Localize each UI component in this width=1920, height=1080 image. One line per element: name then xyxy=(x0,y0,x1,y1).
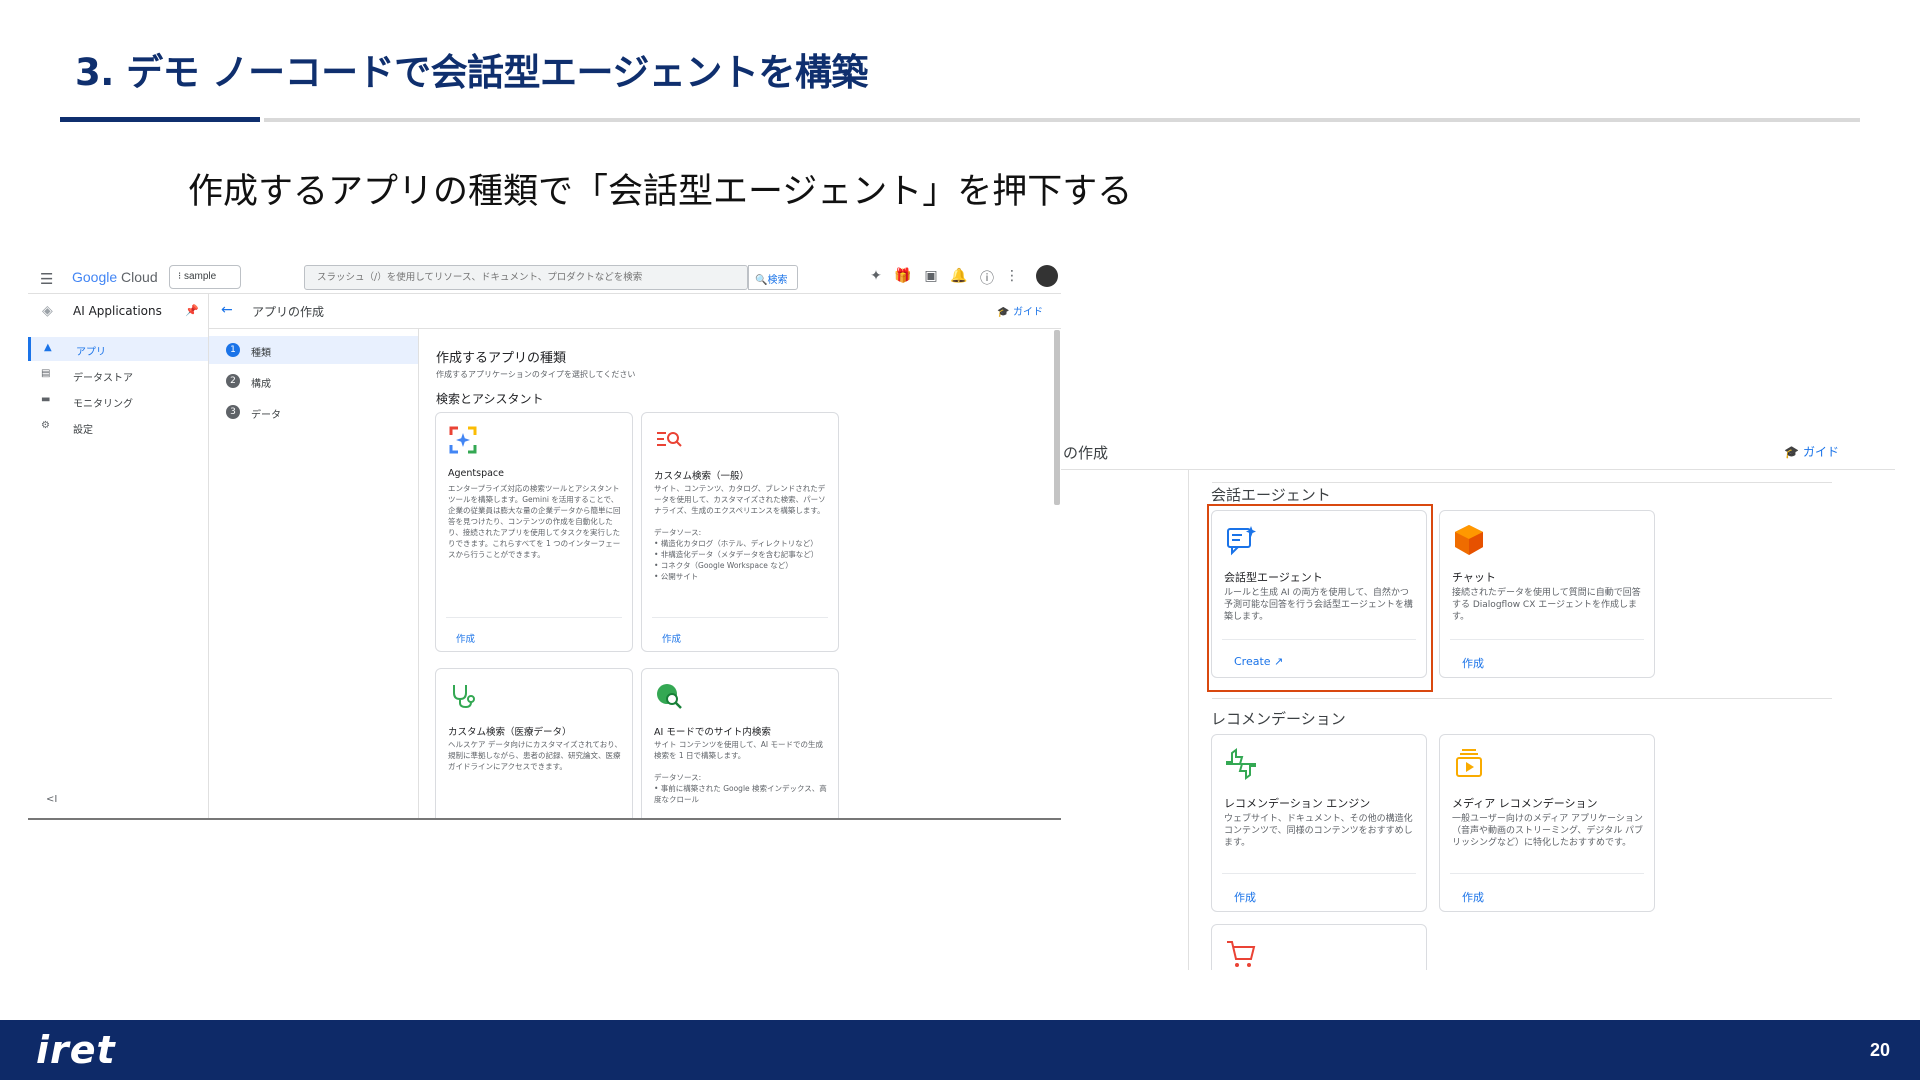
bell-icon[interactable]: 🔔 xyxy=(950,268,968,284)
create-link[interactable]: 作成 xyxy=(662,631,681,645)
card-divider xyxy=(1222,873,1416,874)
help-icon[interactable]: ⓘ xyxy=(978,268,996,288)
highlight-box xyxy=(1207,504,1433,692)
card-description: サイト、コンテンツ、カタログ、ブレンドされたデータを使用して、カスタマイズされた… xyxy=(654,484,826,581)
nav-pane: ◈ AI Applications 📌 ▲ アプリ ▤ データストア ▬ モニタ… xyxy=(28,294,209,818)
card-title: カスタム検索（医療データ） xyxy=(448,727,572,738)
scrollbar[interactable] xyxy=(1054,330,1060,505)
main-content: 作成するアプリの種類 作成するアプリケーションのタイプを選択してください 検索と… xyxy=(419,329,1061,818)
card-description: 一般ユーザー向けのメディア アプリケーション（音声や動画のストリーミング、デジタ… xyxy=(1452,814,1644,848)
google-cloud-logo[interactable]: Google Cloud xyxy=(72,269,158,285)
slide: 3. デモ ノーコードで会話型エージェントを構築 作成するアプリの種類で「会話型… xyxy=(0,0,1920,1080)
nav-item-monitoring[interactable]: ▬ モニタリング xyxy=(28,389,208,413)
more-vert-icon[interactable]: ⋮ xyxy=(1003,268,1021,284)
search-input[interactable] xyxy=(305,266,747,289)
page-title: アプリの作成 xyxy=(252,305,325,319)
gemini-icon[interactable]: ✦ xyxy=(867,268,885,284)
content-subheading: 作成するアプリケーションのタイプを選択してください xyxy=(436,370,636,379)
screenshot-console: ☰ Google Cloud ⁝ sample 🔍検索 ✦ 🎁 ▣ 🔔 ⓘ ⋮ … xyxy=(28,260,1061,820)
card-custom-search[interactable]: カスタム検索（一般） サイト、コンテンツ、カタログ、ブレンドされたデータを使用し… xyxy=(641,412,839,652)
slide-subtitle: 作成するアプリの種類で「会話型エージェント」を押下する xyxy=(188,172,1133,212)
card-title: チャット xyxy=(1452,571,1496,584)
divider xyxy=(1212,482,1832,483)
step-data[interactable]: 3 データ xyxy=(209,398,418,426)
create-link[interactable]: 作成 xyxy=(456,631,475,645)
search-button[interactable]: 🔍検索 xyxy=(748,265,798,290)
thumbs-icon xyxy=(1224,747,1258,781)
section-search-assistant: 検索とアシスタント xyxy=(436,392,544,406)
card-description: エンタープライズ対応の検索ツールとアシスタント ツールを構築します。Gemini… xyxy=(448,484,621,559)
card-chat[interactable]: チャット 接続されたデータを使用して質問に自動で回答する Dialogflow … xyxy=(1439,510,1655,678)
screenshot-create-app-types: の作成 🎓 ガイド <I 会話エージェント 会話型エージェント ルールと生成 A… xyxy=(957,432,1895,970)
create-link[interactable]: 作成 xyxy=(1462,655,1484,671)
card-title: AI モードでのサイト内検索 xyxy=(654,727,771,738)
step-config[interactable]: 2 構成 xyxy=(209,367,418,395)
card-description: サイト コンテンツを使用して、AI モードでの生成検索を 1 日で構築します。 … xyxy=(654,740,827,804)
avatar[interactable] xyxy=(1036,265,1058,287)
top-bar: ☰ Google Cloud ⁝ sample 🔍検索 ✦ 🎁 ▣ 🔔 ⓘ ⋮ xyxy=(28,260,1061,294)
search-list-icon xyxy=(654,425,688,459)
card-divider xyxy=(446,617,622,618)
page-title: の作成 xyxy=(1063,444,1109,462)
create-link[interactable]: 作成 xyxy=(1462,889,1484,905)
card-divider xyxy=(652,617,828,618)
page-header: の作成 🎓 ガイド xyxy=(957,432,1895,470)
card-media-recommendation[interactable]: メディア レコメンデーション 一般ユーザー向けのメディア アプリケーション（音声… xyxy=(1439,734,1655,912)
dialogflow-cube-icon xyxy=(1452,523,1486,557)
card-agentspace[interactable]: Agentspace エンタープライズ対応の検索ツールとアシスタント ツールを構… xyxy=(435,412,633,652)
card-divider xyxy=(1450,639,1644,640)
card-title: レコメンデーション エンジン xyxy=(1224,797,1371,810)
content-heading: 作成するアプリの種類 xyxy=(436,351,567,366)
project-picker[interactable]: ⁝ sample xyxy=(169,265,241,289)
monitor-icon: ▬ xyxy=(41,394,51,405)
card-title: Agentspace xyxy=(448,468,504,479)
card-title: メディア レコメンデーション xyxy=(1452,797,1598,810)
card-recommendation-engine[interactable]: レコメンデーション エンジン ウェブサイト、ドキュメント、その他の構造化コンテン… xyxy=(1211,734,1427,912)
title-underline xyxy=(264,118,1860,122)
page-header: ← アプリの作成 🎓 ガイド xyxy=(209,294,1061,329)
step-type[interactable]: 1 種類 xyxy=(209,336,418,364)
search-box[interactable] xyxy=(304,265,748,290)
terminal-icon[interactable]: ▣ xyxy=(922,268,940,284)
page-number: 20 xyxy=(1869,1040,1890,1060)
back-arrow-icon[interactable]: ← xyxy=(221,302,233,318)
nav-item-settings[interactable]: ⚙ 設定 xyxy=(28,415,208,439)
cart-icon xyxy=(1224,937,1258,970)
settings-icon: ⚙ xyxy=(41,420,50,431)
card-description: ウェブサイト、ドキュメント、その他の構造化コンテンツで、同様のコンテンツをおすす… xyxy=(1224,814,1413,848)
stepper: 1 種類 2 構成 3 データ xyxy=(209,329,419,818)
datastore-icon: ▤ xyxy=(41,368,51,379)
pin-icon[interactable]: 📌 xyxy=(185,304,199,317)
footer-bar: iret 20 xyxy=(0,1020,1920,1080)
guide-link[interactable]: 🎓 ガイド xyxy=(997,303,1043,318)
slide-title: 3. デモ ノーコードで会話型エージェントを構築 xyxy=(75,51,868,94)
agentspace-icon xyxy=(448,425,482,459)
card-custom-search-medical[interactable]: カスタム検索（医療データ） ヘルスケア データ向けにカスタマイズされており、規制… xyxy=(435,668,633,818)
card-description: ヘルスケア データ向けにカスタマイズされており、規制に準拠しながら、患者の記録、… xyxy=(448,740,622,771)
iret-logo: iret xyxy=(36,1028,116,1072)
card-commerce[interactable] xyxy=(1211,924,1427,970)
ai-applications-icon: ◈ xyxy=(42,303,53,319)
stethoscope-icon xyxy=(448,681,482,715)
apps-icon: ▲ xyxy=(44,342,52,353)
globe-search-icon xyxy=(654,681,688,715)
section-conversational: 会話エージェント xyxy=(1211,486,1331,504)
card-description: 接続されたデータを使用して質問に自動で回答する Dialogflow CX エー… xyxy=(1452,588,1641,622)
nav-item-apps[interactable]: ▲ アプリ xyxy=(28,337,208,361)
media-icon xyxy=(1452,747,1486,781)
card-ai-mode-site-search[interactable]: AI モードでのサイト内検索 サイト コンテンツを使用して、AI モードでの生成… xyxy=(641,668,839,818)
nav-title: AI Applications xyxy=(73,304,162,318)
nav-item-datastore[interactable]: ▤ データストア xyxy=(28,363,208,387)
gift-icon[interactable]: 🎁 xyxy=(894,268,912,284)
divider xyxy=(1212,698,1832,699)
menu-icon[interactable]: ☰ xyxy=(40,270,53,288)
section-recommendation: レコメンデーション xyxy=(1211,710,1346,728)
collapse-button[interactable]: <I xyxy=(46,794,57,805)
create-link[interactable]: 作成 xyxy=(1234,889,1256,905)
title-underline-accent xyxy=(60,117,260,122)
card-divider xyxy=(1450,873,1644,874)
card-title: カスタム検索（一般） xyxy=(654,471,750,482)
guide-link[interactable]: 🎓 ガイド xyxy=(1784,443,1839,460)
